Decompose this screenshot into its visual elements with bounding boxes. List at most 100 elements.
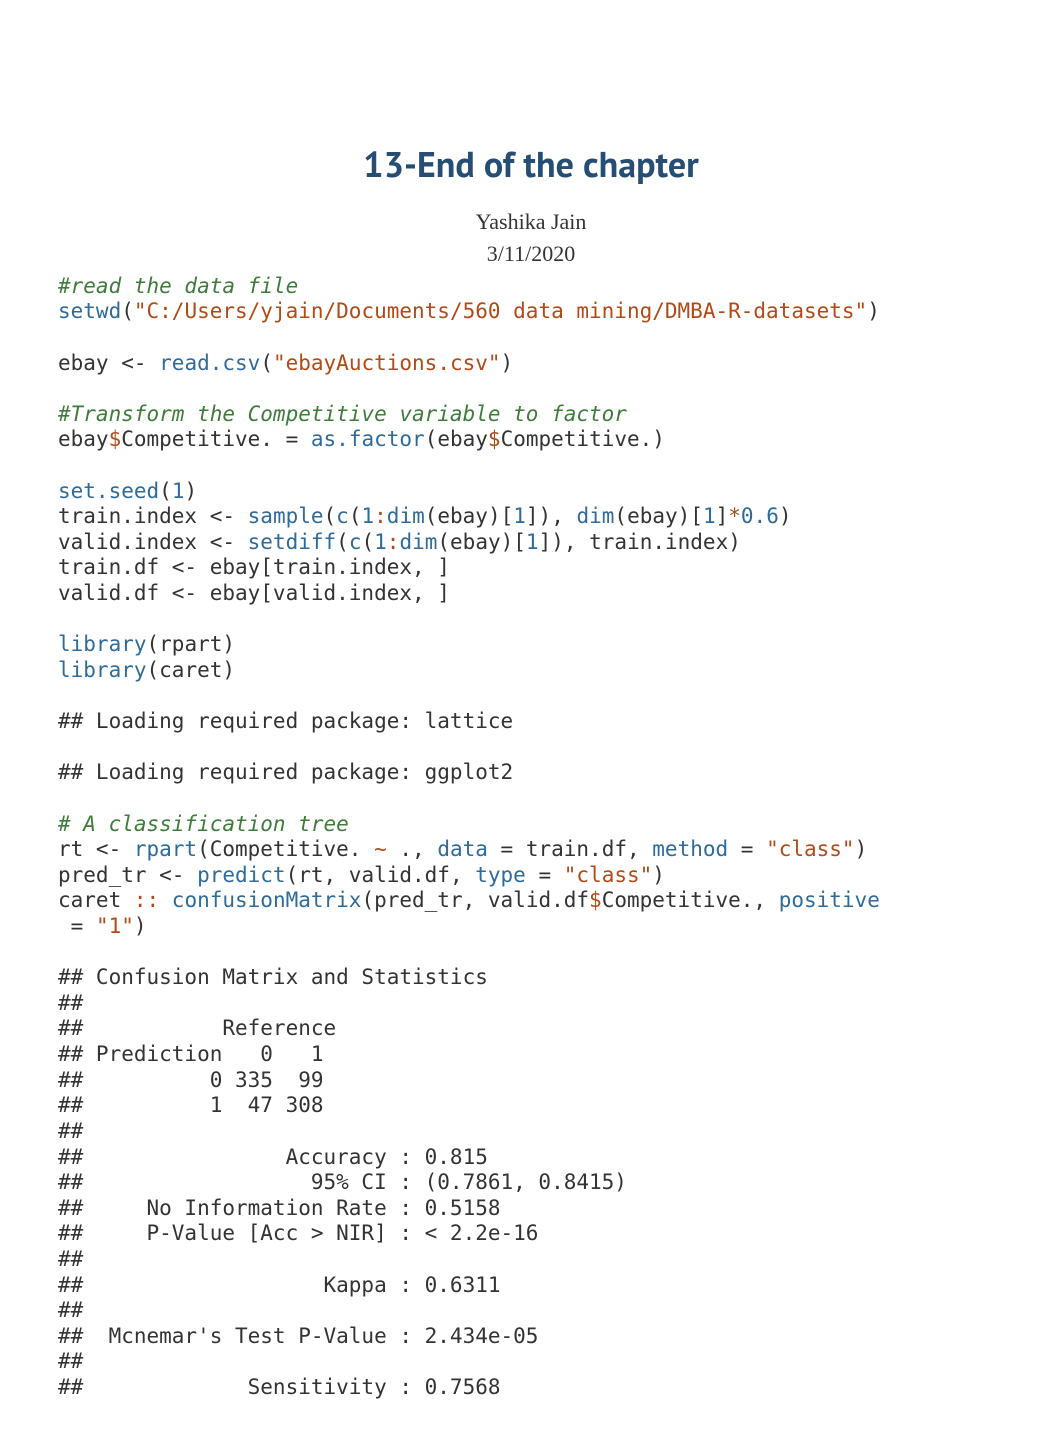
paren: (: [349, 504, 362, 528]
code-text: rt <-: [58, 837, 134, 861]
op-star: *: [728, 504, 741, 528]
code-text: =: [526, 863, 564, 887]
date-line: 3/11/2020: [58, 241, 1004, 267]
comment: #read the data file: [58, 274, 298, 298]
output-line: ## Accuracy : 0.815: [58, 1145, 627, 1169]
fn-c: c: [349, 530, 362, 554]
paren: (: [324, 504, 337, 528]
fn-dim: dim: [576, 504, 614, 528]
code-text: (rt, valid.df,: [286, 863, 476, 887]
op-colon: :: [374, 504, 387, 528]
num: 1: [513, 504, 526, 528]
op-dcolon: ::: [134, 888, 159, 912]
code-text: Competitive. =: [121, 427, 311, 451]
code-text: (caret): [147, 658, 236, 682]
fn-rpart: rpart: [134, 837, 197, 861]
output-line: ## 0 335 99: [58, 1068, 324, 1092]
paren: (ebay: [425, 427, 488, 451]
kw-positive: positive: [779, 888, 880, 912]
comment: #Transform the Competitive variable to f…: [58, 402, 627, 426]
paren: (: [121, 299, 134, 323]
output-line: ##: [58, 991, 96, 1015]
code-text: ebay: [58, 427, 109, 451]
code-text: (ebay)[: [425, 504, 514, 528]
code-text: ]),: [526, 504, 577, 528]
paren: (: [260, 351, 273, 375]
fn-sample: sample: [248, 504, 324, 528]
string: "class": [564, 863, 653, 887]
output-line: ## Reference: [58, 1016, 336, 1040]
op-dollar: $: [109, 427, 122, 451]
code-text: pred_tr <-: [58, 863, 197, 887]
code-text: (ebay)[: [614, 504, 703, 528]
code-text: =: [728, 837, 766, 861]
paren: ): [652, 863, 665, 887]
page-title: 13-End of the chapter: [58, 140, 1004, 187]
fn-predict: predict: [197, 863, 286, 887]
code-text: (Competitive.: [197, 837, 374, 861]
code-text: caret: [58, 888, 134, 912]
code-text: train.index <-: [58, 504, 248, 528]
num: 1: [374, 530, 387, 554]
op-colon: :: [387, 530, 400, 554]
fn-c: c: [336, 504, 349, 528]
string-path: "C:/Users/yjain/Documents/560 data minin…: [134, 299, 867, 323]
output-line: ##: [58, 1298, 627, 1322]
fn-readcsv: read.csv: [159, 351, 260, 375]
paren: (: [336, 530, 349, 554]
output-line: ##: [58, 1349, 627, 1373]
string: "1": [96, 914, 134, 938]
num: 1: [361, 504, 374, 528]
output-line: ## Kappa : 0.6311: [58, 1273, 627, 1297]
num: 0.6: [741, 504, 779, 528]
code-text: valid.index <-: [58, 530, 248, 554]
paren: ): [184, 479, 197, 503]
code-text: ebay <-: [58, 351, 159, 375]
comment: # A classification tree: [58, 812, 349, 836]
output-line: ##: [58, 1119, 627, 1143]
output-line: ## P-Value [Acc > NIR] : < 2.2e-16: [58, 1221, 627, 1245]
code-text: ]: [716, 504, 729, 528]
op-dollar: $: [488, 427, 501, 451]
code-text: .,: [387, 837, 438, 861]
num: 1: [703, 504, 716, 528]
output-line: ## Mcnemar's Test P-Value : 2.434e-05: [58, 1324, 627, 1348]
fn-dim: dim: [387, 504, 425, 528]
fn-setwd: setwd: [58, 299, 121, 323]
fn-library: library: [58, 658, 147, 682]
fn-asfactor: as.factor: [311, 427, 425, 451]
fn-library: library: [58, 632, 147, 656]
code-text: train.df,: [526, 837, 652, 861]
output-line: ## 95% CI : (0.7861, 0.8415): [58, 1170, 627, 1194]
output-line: ##: [58, 1247, 627, 1271]
output-line: ## No Information Rate : 0.5158: [58, 1196, 627, 1220]
output-line: ## Sensitivity : 0.7568: [58, 1375, 627, 1399]
fn-setseed: set.seed: [58, 479, 159, 503]
code-block: #read the data file setwd("C:/Users/yjai…: [58, 274, 1004, 1401]
kw-data: data: [437, 837, 488, 861]
fn-dim: dim: [399, 530, 437, 554]
code-text: Competitive.): [501, 427, 665, 451]
code-text: (ebay)[: [437, 530, 526, 554]
paren: ): [867, 299, 880, 323]
code-text: (pred_tr, valid.df: [361, 888, 589, 912]
string: "class": [766, 837, 855, 861]
paren: (: [159, 479, 172, 503]
output-line: ## Prediction 0 1: [58, 1042, 324, 1066]
kw-type: type: [475, 863, 526, 887]
code-text: =: [488, 837, 526, 861]
op-tilde: ~: [374, 837, 387, 861]
output-line: ## Confusion Matrix and Statistics: [58, 965, 488, 989]
fn-setdiff: setdiff: [248, 530, 337, 554]
code-text: Competitive.,: [602, 888, 779, 912]
code-text: train.df <- ebay[train.index, ]: [58, 555, 450, 579]
code-text: valid.df <- ebay[valid.index, ]: [58, 581, 450, 605]
num: 1: [172, 479, 185, 503]
author-line: Yashika Jain: [58, 209, 1004, 235]
paren: (: [361, 530, 374, 554]
kw-method: method: [652, 837, 728, 861]
document-page: 13-End of the chapter Yashika Jain 3/11/…: [0, 0, 1062, 1441]
paren: ): [501, 351, 514, 375]
output-line: ## Loading required package: lattice: [58, 709, 513, 733]
paren: ): [779, 504, 792, 528]
